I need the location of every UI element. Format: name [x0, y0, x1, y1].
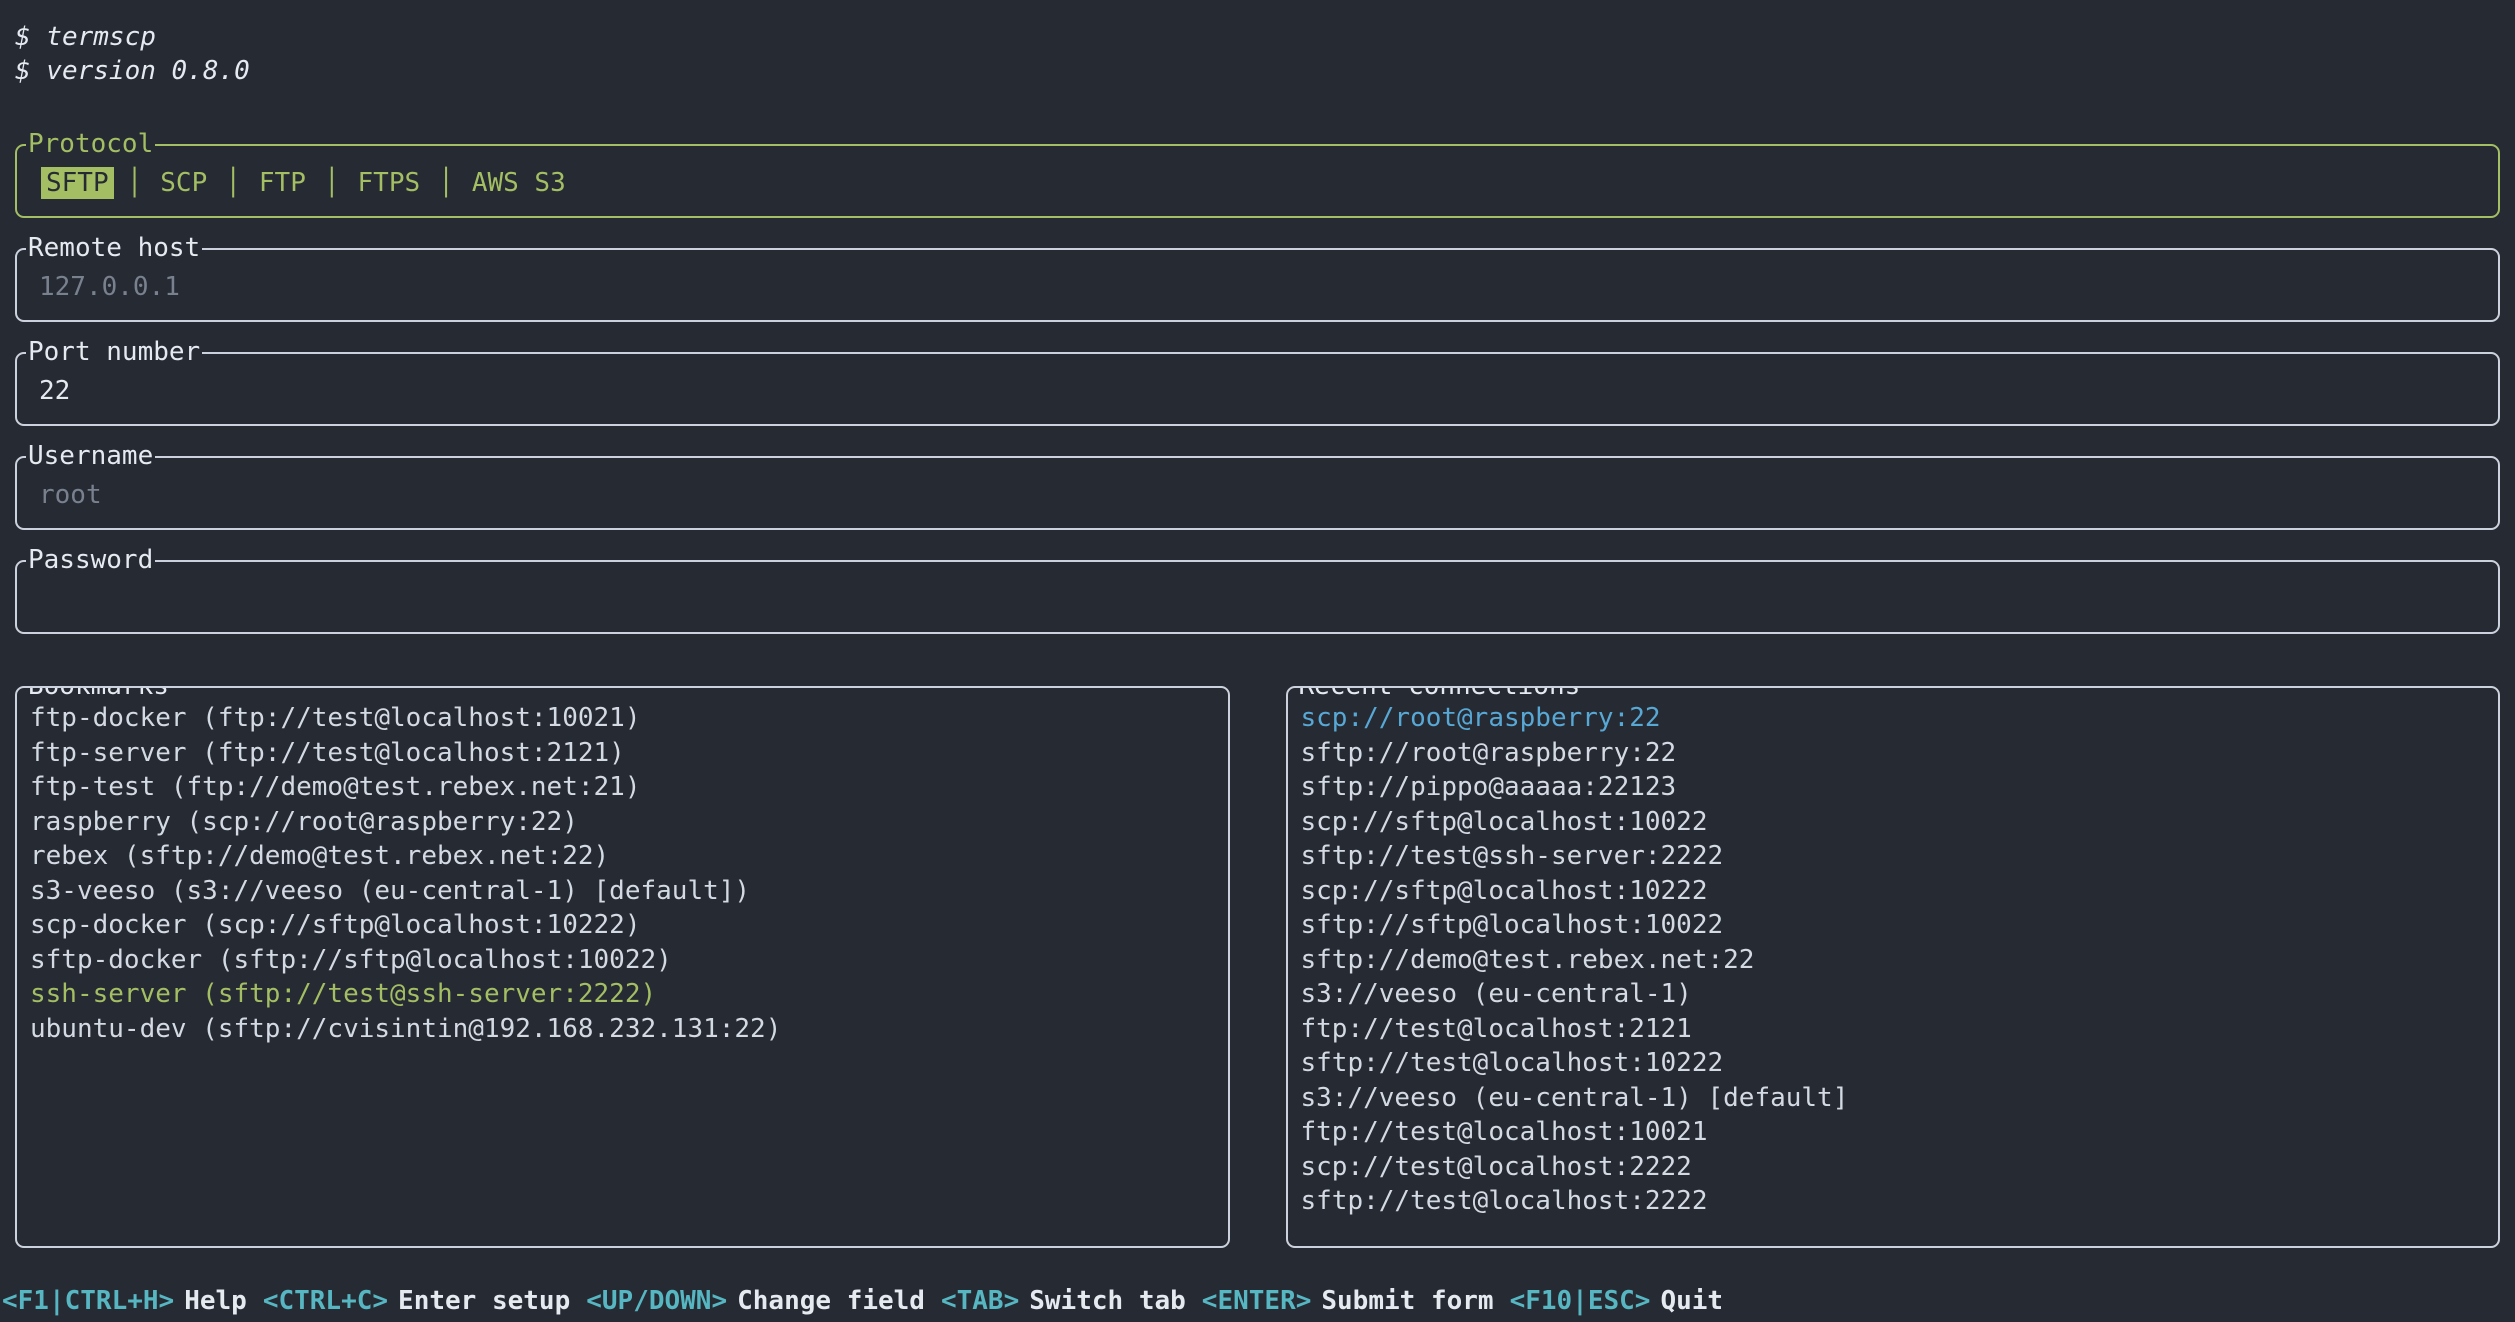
tab-separator: │: [127, 168, 143, 198]
keybar-key: <F1|CTRL+H>: [2, 1286, 174, 1316]
recent-connection-item[interactable]: ftp://test@localhost:2121: [1301, 1012, 2499, 1047]
keybar-key: <UP/DOWN>: [586, 1286, 727, 1316]
recent-connection-item[interactable]: scp://test@localhost:2222: [1301, 1150, 2499, 1185]
username-field[interactable]: Username root: [15, 456, 2500, 530]
recent-connection-item[interactable]: sftp://test@localhost:10222: [1301, 1046, 2499, 1081]
keybar-key: <TAB>: [941, 1286, 1019, 1316]
keybar-action: Switch tab: [1029, 1286, 1186, 1316]
protocol-tab-sftp[interactable]: SFTP: [41, 167, 114, 199]
keybar-key: <F10|ESC>: [1510, 1286, 1651, 1316]
bookmark-item[interactable]: s3-veeso (s3://veeso (eu-central-1) [def…: [30, 874, 1228, 909]
bookmarks-panel: Bookmarks ftp-docker (ftp://test@localho…: [15, 686, 1230, 1248]
bookmark-item[interactable]: ftp-docker (ftp://test@localhost:10021): [30, 701, 1228, 736]
keybar-action: Quit: [1660, 1286, 1723, 1316]
recent-connection-item[interactable]: sftp://demo@test.rebex.net:22: [1301, 943, 2499, 978]
termscp-auth-screen: $ termscp $ version 0.8.0 Protocol SFTP │…: [0, 0, 2515, 1248]
bookmark-item[interactable]: raspberry (scp://root@raspberry:22): [30, 805, 1228, 840]
saved-connections-section: Bookmarks ftp-docker (ftp://test@localho…: [15, 686, 2500, 1248]
username-input[interactable]: root: [17, 458, 2498, 528]
password-input[interactable]: [17, 562, 2498, 632]
recent-connections-list: scp://root@raspberry:22sftp://root@raspb…: [1288, 688, 2499, 1246]
terminal-banner-line2: $ version 0.8.0: [15, 54, 2500, 88]
recent-connection-item[interactable]: s3://veeso (eu-central-1): [1301, 977, 2499, 1012]
password-field[interactable]: Password: [15, 560, 2500, 634]
tab-separator: │: [225, 168, 241, 198]
recent-connection-item[interactable]: sftp://test@ssh-server:2222: [1301, 839, 2499, 874]
password-label: Password: [26, 544, 155, 576]
bookmark-item[interactable]: ftp-server (ftp://test@localhost:2121): [30, 736, 1228, 771]
keybar-action: Enter setup: [398, 1286, 570, 1316]
recent-connection-item[interactable]: ftp://test@localhost:10021: [1301, 1115, 2499, 1150]
bookmarks-panel-title: Bookmarks: [26, 686, 171, 702]
remote-host-placeholder: 127.0.0.1: [39, 272, 180, 302]
tab-separator: │: [438, 168, 454, 198]
recent-connection-item[interactable]: scp://root@raspberry:22: [1301, 701, 2499, 736]
bookmark-item[interactable]: sftp-docker (sftp://sftp@localhost:10022…: [30, 943, 1228, 978]
keybar-action: Submit form: [1321, 1286, 1493, 1316]
port-number-input[interactable]: 22: [17, 354, 2498, 424]
protocol-panel-title: Protocol: [26, 128, 155, 160]
port-number-field[interactable]: Port number 22: [15, 352, 2500, 426]
recent-connection-item[interactable]: sftp://test@localhost:2222: [1301, 1184, 2499, 1219]
keybar: <F1|CTRL+H> Help <CTRL+C> Enter setup <UP/DO…: [0, 1284, 2515, 1318]
bookmark-item[interactable]: rebex (sftp://demo@test.rebex.net:22): [30, 839, 1228, 874]
port-number-value: 22: [39, 376, 70, 406]
protocol-panel: Protocol SFTP│SCP│FTP│FTPS│AWS S3: [15, 144, 2500, 218]
recent-connection-item[interactable]: sftp://sftp@localhost:10022: [1301, 908, 2499, 943]
keybar-key: <ENTER>: [1202, 1286, 1312, 1316]
username-placeholder: root: [39, 480, 102, 510]
tab-separator: │: [324, 168, 340, 198]
protocol-tabs: SFTP │ SCP │ FTP │ FTPS │ AWS S3: [17, 146, 2498, 216]
keybar-action: Change field: [737, 1286, 925, 1316]
remote-host-label: Remote host: [26, 232, 202, 264]
bookmark-item[interactable]: ubuntu-dev (sftp://cvisintin@192.168.232…: [30, 1012, 1228, 1047]
keybar-action: Help: [184, 1286, 247, 1316]
recent-connections-panel-title: Recent connections: [1297, 686, 1583, 702]
bookmark-item[interactable]: scp-docker (scp://sftp@localhost:10222): [30, 908, 1228, 943]
protocol-tab-ftp[interactable]: FTP: [254, 167, 311, 199]
protocol-tab-ftps[interactable]: FTPS: [353, 167, 426, 199]
recent-connection-item[interactable]: scp://sftp@localhost:10022: [1301, 805, 2499, 840]
keybar-key: <CTRL+C>: [263, 1286, 388, 1316]
remote-host-input[interactable]: 127.0.0.1: [17, 250, 2498, 320]
recent-connection-item[interactable]: scp://sftp@localhost:10222: [1301, 874, 2499, 909]
terminal-banner-line1: $ termscp: [15, 20, 2500, 54]
recent-connection-item[interactable]: s3://veeso (eu-central-1) [default]: [1301, 1081, 2499, 1116]
bookmarks-list: ftp-docker (ftp://test@localhost:10021)f…: [17, 688, 1228, 1246]
recent-connection-item[interactable]: sftp://root@raspberry:22: [1301, 736, 2499, 771]
recent-connection-item[interactable]: sftp://pippo@aaaaa:22123: [1301, 770, 2499, 805]
bookmark-item[interactable]: ssh-server (sftp://test@ssh-server:2222): [30, 977, 1228, 1012]
recent-connections-panel: Recent connections scp://root@raspberry:…: [1286, 686, 2501, 1248]
protocol-tab-aws-s3[interactable]: AWS S3: [467, 167, 571, 199]
bookmark-item[interactable]: ftp-test (ftp://demo@test.rebex.net:21): [30, 770, 1228, 805]
protocol-tab-scp[interactable]: SCP: [155, 167, 212, 199]
remote-host-field[interactable]: Remote host 127.0.0.1: [15, 248, 2500, 322]
port-number-label: Port number: [26, 336, 202, 368]
username-label: Username: [26, 440, 155, 472]
